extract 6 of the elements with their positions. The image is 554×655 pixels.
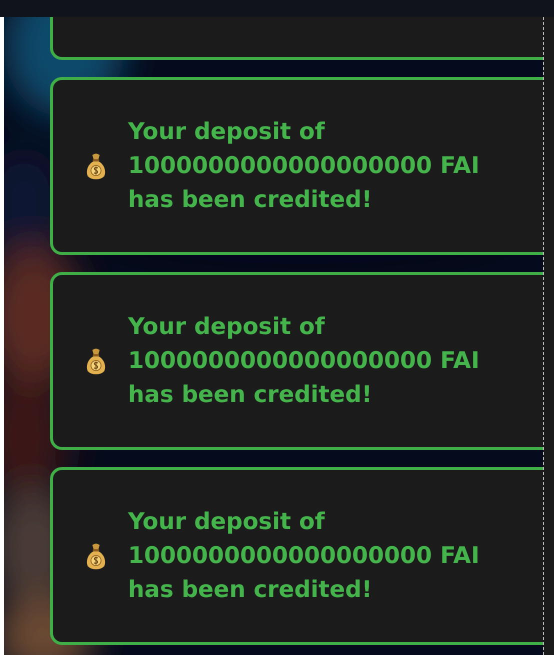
money-bag-icon [85,347,107,375]
notification-message: Your deposit of 1000000000000000000 FAI has been credited! [128,313,480,410]
money-bag-icon [85,152,107,180]
money-bag-icon [85,542,107,570]
notification-message: Your deposit of 1000000000000000000 FAI has been credited! [128,118,480,215]
notification-message: Your deposit of 1000000000000000000 FAI has been credited! [128,508,480,605]
